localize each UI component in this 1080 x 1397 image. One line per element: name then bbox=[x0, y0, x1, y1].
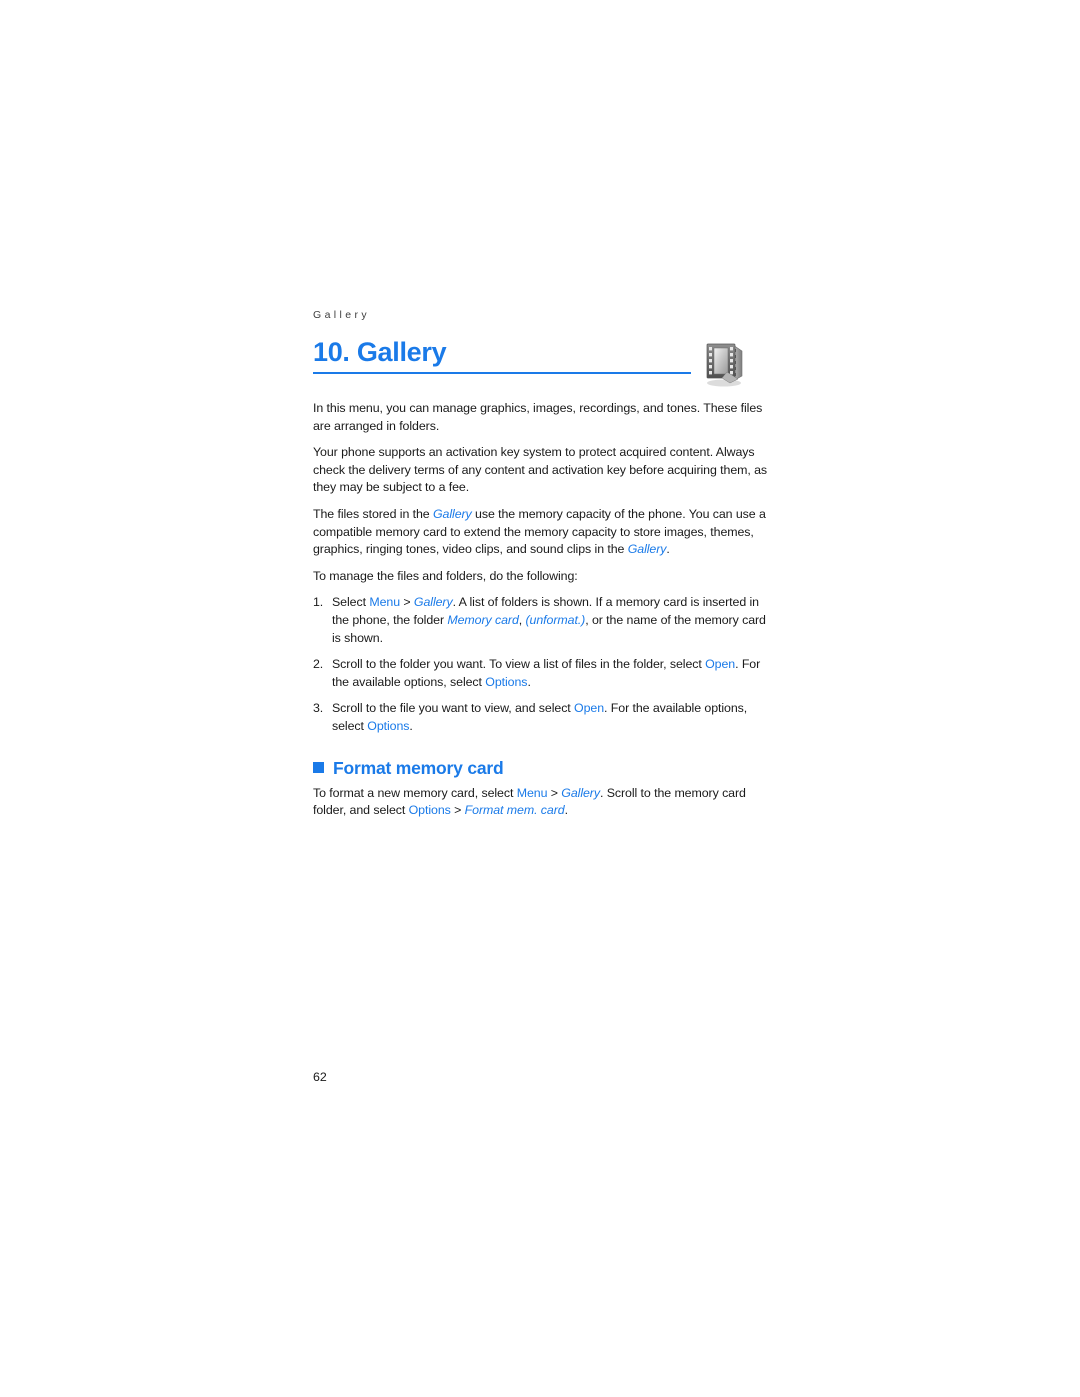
text-segment: . bbox=[527, 674, 531, 689]
text-segment: Select bbox=[332, 595, 370, 610]
term-memory-card: Memory card bbox=[447, 612, 519, 627]
body-content: In this menu, you can manage graphics, i… bbox=[313, 400, 768, 829]
ui-key-open: Open bbox=[574, 701, 605, 716]
list-item: 3. Scroll to the file you want to view, a… bbox=[313, 700, 768, 735]
running-head: Gallery bbox=[313, 309, 371, 321]
text-segment: Scroll to the file you want to view, and… bbox=[332, 701, 575, 716]
ui-key-options: Options bbox=[408, 803, 451, 818]
list-item: 1. Select Menu > Gallery. A list of folde… bbox=[313, 594, 768, 647]
text-segment: The files stored in the bbox=[313, 506, 433, 521]
term-gallery: Gallery bbox=[432, 506, 472, 521]
page-number: 62 bbox=[313, 1070, 327, 1084]
term-format-mem-card: Format mem. card bbox=[464, 803, 565, 818]
text-segment: . bbox=[409, 718, 413, 733]
intro-paragraph: In this menu, you can manage graphics, i… bbox=[313, 401, 763, 433]
section-heading-format-memory-card: Format memory card bbox=[313, 758, 768, 778]
activation-key-paragraph: Your phone supports an activation key sy… bbox=[313, 445, 768, 495]
text-segment: . bbox=[564, 803, 568, 818]
manage-files-lead-in: To manage the files and folders, do the … bbox=[313, 568, 578, 583]
text-segment: . bbox=[666, 542, 670, 557]
step-number: 3. bbox=[313, 701, 324, 716]
text-segment: > bbox=[547, 785, 562, 800]
term-gallery: Gallery bbox=[561, 785, 600, 800]
steps-list: 1. Select Menu > Gallery. A list of folde… bbox=[313, 594, 768, 735]
text-segment: , bbox=[518, 612, 526, 627]
list-item: 2. Scroll to the folder you want. To view… bbox=[313, 656, 768, 691]
format-memory-card-paragraph: To format a new memory card, select Menu… bbox=[313, 785, 768, 820]
title-rule bbox=[313, 372, 691, 374]
ui-key-options: Options bbox=[367, 718, 410, 733]
page-title: 10. Gallery bbox=[313, 337, 447, 367]
text-segment: > bbox=[400, 595, 414, 610]
term-unformatted: (unformat.) bbox=[525, 612, 586, 627]
term-gallery: Gallery bbox=[627, 542, 667, 557]
text-segment: > bbox=[450, 803, 465, 818]
section-title: Format memory card bbox=[333, 757, 504, 778]
step-number: 2. bbox=[313, 657, 324, 672]
square-bullet-icon bbox=[313, 762, 324, 773]
ui-key-menu: Menu bbox=[369, 595, 401, 610]
text-segment: To format a new memory card, select bbox=[313, 785, 517, 800]
term-gallery: Gallery bbox=[413, 595, 453, 610]
ui-key-menu: Menu bbox=[516, 785, 548, 800]
memory-capacity-paragraph: The files stored in the Gallery use the … bbox=[313, 506, 768, 559]
chapter-title-block: 10. Gallery bbox=[313, 336, 691, 374]
ui-key-open: Open bbox=[705, 657, 736, 672]
manual-page: Gallery 10. Gallery In this menu, you ca… bbox=[0, 0, 1080, 1397]
ui-key-options: Options bbox=[485, 674, 528, 689]
text-segment: Scroll to the folder you want. To view a… bbox=[332, 657, 706, 672]
step-number: 1. bbox=[313, 595, 324, 610]
film-strip-icon bbox=[700, 338, 748, 388]
